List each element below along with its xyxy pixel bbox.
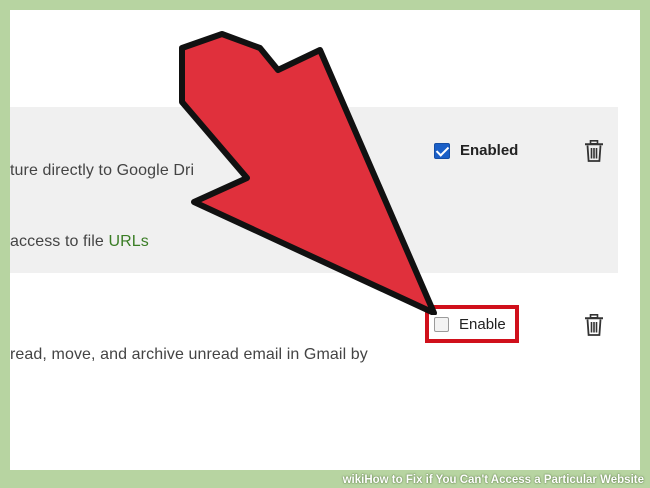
file-urls-link[interactable]: URLs [108,233,148,250]
red-arrow-icon [179,31,437,315]
wikihow-logo: wiki [342,474,365,486]
enabled-label: Enabled [460,142,519,159]
extension-description: read, move, and archive unread email in … [10,346,368,363]
banner-caption: wikiHow to Fix if You Can't Access a Par… [343,474,644,486]
extensions-page: ture directly to Google Dri access to fi… [10,10,640,470]
extension-file-access-option: access to file URLs [10,233,149,251]
trash-icon[interactable] [584,314,604,336]
file-access-label: access to file [10,233,109,250]
article-title: How to Fix if You Can't Access a Particu… [364,474,644,486]
trash-icon[interactable] [584,140,604,162]
footer-banner: wikiHow to Fix if You Can't Access a Par… [0,470,650,488]
